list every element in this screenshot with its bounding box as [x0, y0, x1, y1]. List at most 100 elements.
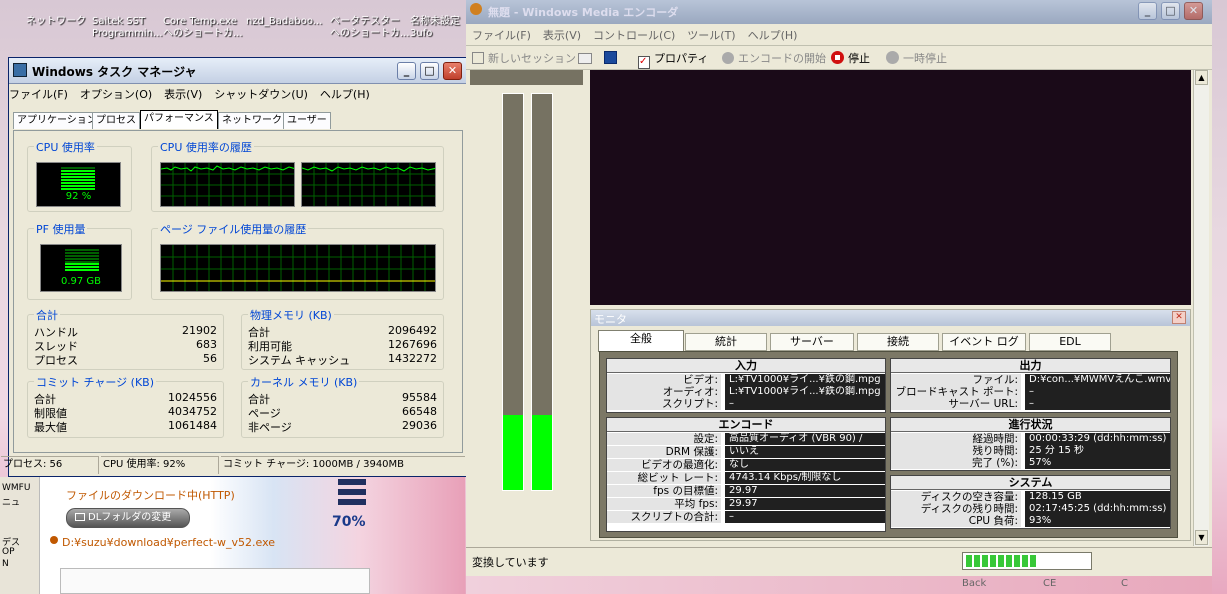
encoder-menu-control[interactable]: コントロール(C): [593, 29, 675, 42]
download-path: D:¥suzu¥download¥perfect-w_v52.exe: [62, 536, 276, 549]
cpu-meter-bar: [61, 170, 95, 172]
desktop-icon-label: 名称未設定: [410, 16, 460, 27]
menu-view[interactable]: 表示(V): [164, 88, 202, 101]
pf-history-label: ページ ファイル使用量の履歴: [158, 221, 309, 237]
download-side-panel: WMFU ニュ デス OP N: [0, 477, 40, 594]
monitor-tab-statistics[interactable]: 統計: [685, 333, 767, 351]
progress-header: 進行状況: [891, 418, 1170, 432]
encoder-status-bar: 変換しています: [466, 547, 1212, 575]
menu-help[interactable]: ヘルプ(H): [320, 88, 370, 101]
desktop-icon-beta[interactable]: ベータテスター へのショートカ...: [330, 16, 410, 40]
menu-options[interactable]: オプション(O): [80, 88, 152, 101]
menu-bar: ファイル(F) オプション(O) 表示(V) シャットダウン(U) ヘルプ(H): [9, 86, 382, 102]
monitor-tab-server[interactable]: サーバー: [770, 333, 854, 351]
new-session-button[interactable]: 新しいセッション: [472, 50, 576, 68]
encoder-menu-file[interactable]: ファイル(F): [472, 29, 531, 42]
cpu-usage-group: CPU 使用率 92 %: [27, 139, 132, 212]
ce-button[interactable]: CE: [1043, 578, 1056, 589]
row-value: 21902: [182, 324, 217, 337]
totals-row: プロセス 56: [34, 352, 217, 367]
output-broadcast-value: –: [1025, 386, 1170, 398]
encode-script-total-value: –: [725, 511, 885, 523]
encode-bitrate-label: 総ビット レート:: [607, 472, 721, 484]
encoder-close-button[interactable]: ✕: [1184, 2, 1203, 20]
new-session-icon: [472, 52, 484, 64]
desktop-icon-label: へのショートカ...: [330, 28, 410, 39]
row-value: 66548: [402, 405, 437, 418]
cpu-history-graph-2: [301, 162, 436, 207]
stop-button[interactable]: 停止: [831, 50, 870, 68]
status-cpu: CPU 使用率: 92%: [101, 456, 219, 474]
monitor-title: モニタ: [594, 313, 627, 326]
commit-row: 制限値 4034752: [34, 405, 217, 420]
desktop-icon-coretemp[interactable]: Core Temp.exe へのショートカ...: [163, 16, 243, 40]
cpu-meter-bar: [61, 188, 95, 190]
row-value: 95584: [402, 391, 437, 404]
cpu-history-graph-1-svg: [161, 163, 294, 206]
progress-segment: [1030, 555, 1036, 567]
side-label: WMFU: [2, 483, 31, 493]
encoder-minimize-button[interactable]: _: [1138, 2, 1157, 20]
task-manager-titlebar[interactable]: Windows タスク マネージャ _ □ ✕: [9, 58, 466, 84]
tab-processes[interactable]: プロセス: [92, 112, 140, 129]
save-button[interactable]: [604, 50, 617, 68]
disk-free-value: 128.15 GB: [1025, 491, 1170, 503]
open-button[interactable]: [578, 50, 592, 68]
kernel-memory-label: カーネル メモリ (KB): [248, 374, 360, 390]
encoder-menu-view[interactable]: 表示(V): [543, 29, 581, 42]
monitor-general-body: 入力 ビデオ: L:¥TV1000¥ライ...¥鉄の鋼.mpg オーディオ: L:¥…: [599, 351, 1178, 538]
system-header: システム: [891, 476, 1170, 490]
encoder-menu-tools[interactable]: ツール(T): [687, 29, 735, 42]
row-value: 1061484: [168, 419, 217, 432]
monitor-tab-edl[interactable]: EDL: [1029, 333, 1111, 351]
audio-level-fill-right: [532, 414, 552, 490]
scroll-down-arrow[interactable]: ▼: [1195, 530, 1208, 545]
monitor-tab-general[interactable]: 全般: [598, 330, 684, 352]
encode-target-fps-label: fps の目標値:: [607, 485, 721, 497]
tab-applications[interactable]: アプリケーション: [13, 112, 101, 129]
monitor-panel: モニタ ✕ 全般 統計 サーバー 接続 イベント ログ EDL 入力 ビデオ: L…: [590, 309, 1191, 541]
monitor-tab-connections[interactable]: 接続: [857, 333, 939, 351]
folder-icon: [75, 513, 85, 521]
desktop-icon-label: Saitek SST: [92, 16, 146, 27]
progress-section: 進行状況 経過時間: 00:00:33:29 (dd:hh:mm:ss) 残り時間…: [890, 417, 1171, 471]
output-header: 出力: [891, 359, 1170, 373]
vertical-scrollbar[interactable]: ▲ ▼: [1193, 70, 1209, 546]
tab-users[interactable]: ユーザー: [283, 112, 331, 129]
progress-segment: [990, 555, 996, 567]
desktop-icon-network[interactable]: ネットワーク: [26, 16, 86, 28]
tab-performance[interactable]: パフォーマンス: [140, 110, 218, 129]
cpu-meter-bar: [61, 173, 95, 175]
properties-button[interactable]: ✓ プロパティ: [638, 50, 708, 69]
back-button[interactable]: Back: [962, 578, 986, 589]
monitor-tab-event-log[interactable]: イベント ログ: [942, 333, 1026, 351]
disk-time-value: 02:17:45:25 (dd:hh:mm:ss): [1025, 503, 1170, 515]
close-button[interactable]: ✕: [443, 62, 462, 80]
c-button[interactable]: C: [1121, 578, 1128, 589]
desktop-icon-saitek[interactable]: Saitek SST Programmin...: [92, 16, 163, 40]
row-value: 1267696: [388, 338, 437, 351]
encoder-menu-bar: ファイル(F) 表示(V) コントロール(C) ツール(T) ヘルプ(H): [472, 27, 809, 43]
menu-file[interactable]: ファイル(F): [9, 88, 68, 101]
kernel-row: 合計 95584: [248, 391, 437, 406]
pause-button[interactable]: 一時停止: [886, 50, 947, 68]
scroll-up-arrow[interactable]: ▲: [1195, 70, 1208, 85]
encoder-menu-help[interactable]: ヘルプ(H): [748, 29, 798, 42]
tab-networking[interactable]: ネットワーク: [218, 112, 286, 129]
pause-label: 一時停止: [903, 52, 947, 65]
start-encoding-button[interactable]: エンコードの開始: [722, 50, 826, 68]
menu-shutdown[interactable]: シャットダウン(U): [214, 88, 308, 101]
maximize-button[interactable]: □: [420, 62, 439, 80]
desktop-icon-untitled[interactable]: 名称未設定 3ufo: [410, 16, 460, 40]
row-value: 2096492: [388, 324, 437, 337]
desktop-icon-nzd[interactable]: nzd_Badaboo...: [246, 16, 322, 28]
encoder-maximize-button[interactable]: □: [1161, 2, 1180, 20]
bullet-icon: [50, 536, 58, 544]
encode-settings-label: 設定:: [607, 433, 721, 445]
new-session-label: 新しいセッション: [488, 52, 576, 65]
totals-row: ハンドル 21902: [34, 324, 217, 339]
dl-folder-change-button[interactable]: DLフォルダの変更: [66, 508, 190, 528]
minimize-button[interactable]: _: [397, 62, 416, 80]
monitor-close-button[interactable]: ✕: [1172, 311, 1186, 324]
encoder-titlebar[interactable]: 無題 - Windows Media エンコーダ _ □ ✕: [466, 0, 1212, 24]
